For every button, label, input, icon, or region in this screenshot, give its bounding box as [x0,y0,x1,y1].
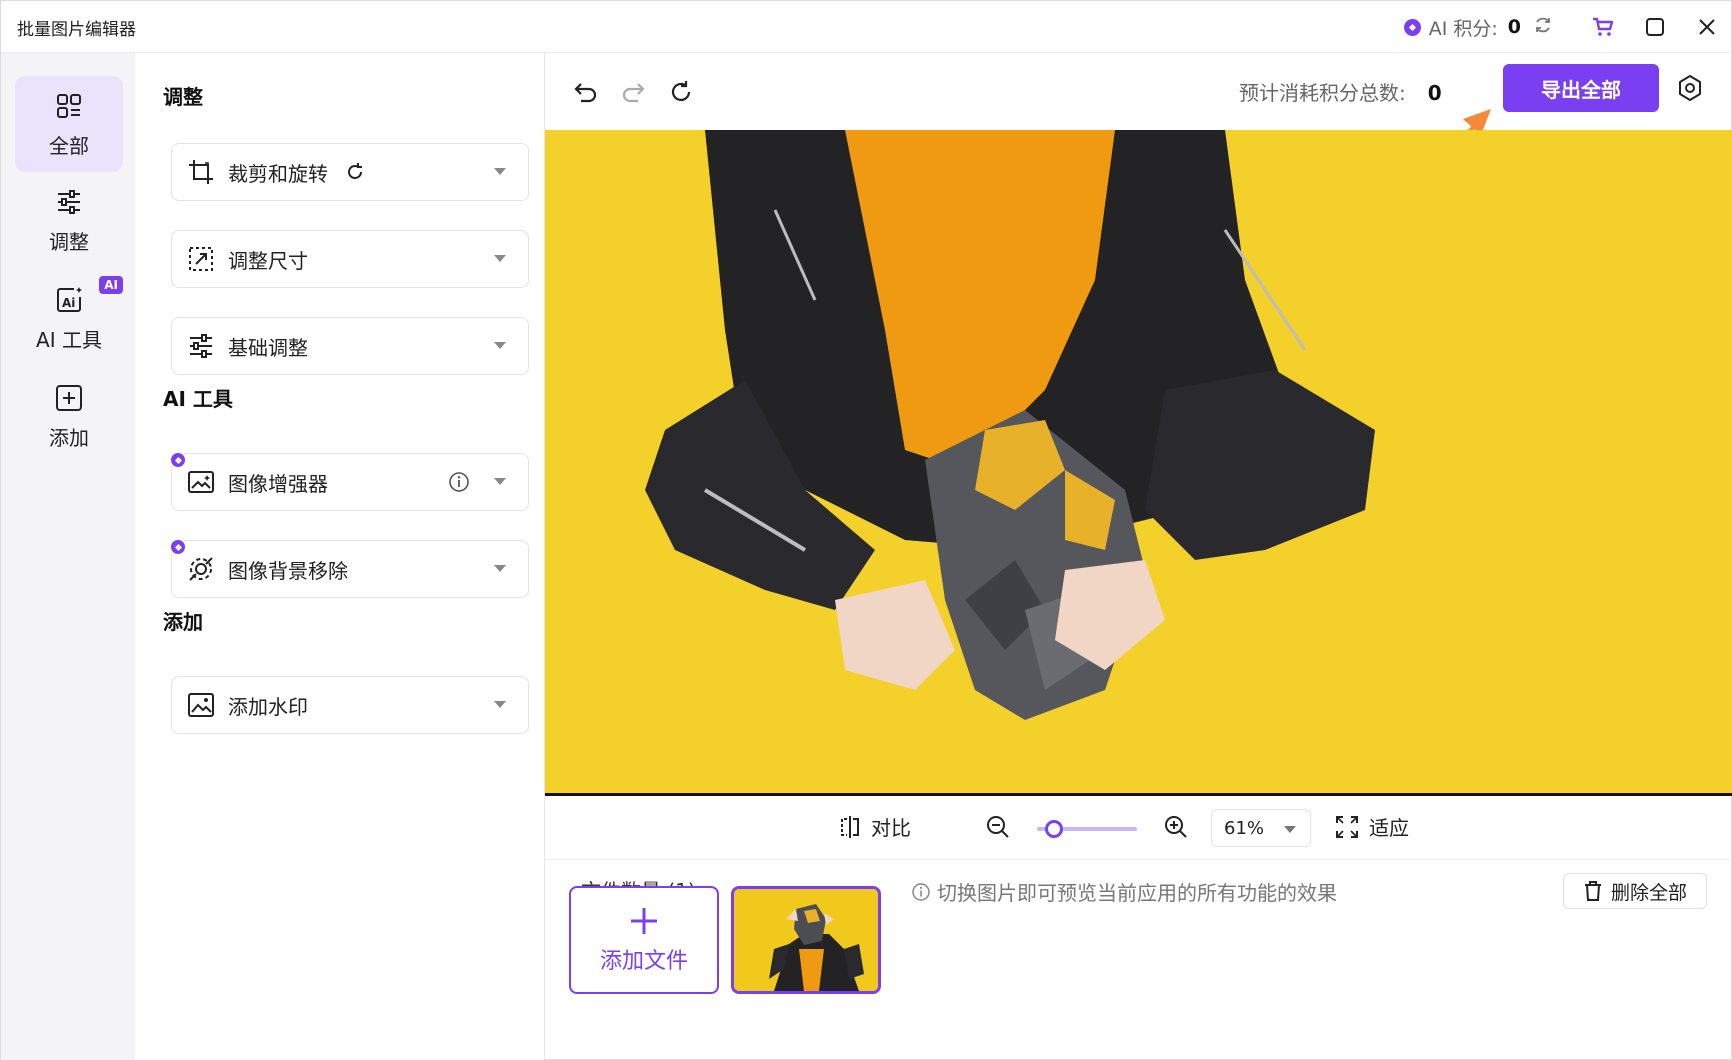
tool-label: 添加水印 [228,694,308,719]
premium-icon [169,451,187,469]
trash-icon [1583,880,1603,902]
tool-resize[interactable]: 调整尺寸 [171,230,529,288]
zoom-out-icon[interactable] [985,814,1011,840]
estimate-points: 预计消耗积分总数: 0 [1239,77,1442,106]
fit-icon [1335,815,1359,839]
zoom-level-value: 61% [1224,817,1265,839]
image-enhance-icon [186,467,216,497]
ai-badge: AI [99,276,123,294]
hint-text: 切换图片即可预览当前应用的所有功能的效果 [937,881,1337,905]
rail-item-label: 调整 [49,229,89,254]
rail-item-label: 添加 [49,425,89,450]
tool-bg-remove[interactable]: 图像背景移除 [169,538,529,598]
left-rail: 全部 调整 AI Ai AI 工具 添加 [1,53,135,1060]
plus-icon [628,905,660,937]
fit-button[interactable]: 适应 [1335,812,1409,841]
file-strip: 文件数量 (1) 切换图片即可预览当前应用的所有功能的效果 删除全部 添加文件 [545,861,1732,1060]
svg-text:Ai: Ai [62,296,75,310]
image-canvas[interactable] [545,130,1732,796]
chevron-down-icon[interactable] [494,565,506,572]
preview-image [545,130,1732,793]
tools-panel: 调整 裁剪和旋转 调整尺寸 基础调整 AI 工具 图像增强器 图像背景移除 添加… [135,53,545,1060]
info-icon[interactable] [448,471,470,498]
tool-watermark[interactable]: 添加水印 [171,676,529,734]
ai-points-icon [1403,18,1421,36]
refresh-icon[interactable] [1533,15,1553,40]
premium-icon [169,538,187,556]
grid-icon [55,90,83,122]
maximize-icon[interactable] [1629,1,1681,53]
estimate-value: 0 [1427,81,1442,105]
chevron-down-icon[interactable] [494,168,506,175]
undo-icon[interactable] [569,75,603,109]
app-window: 批量图片编辑器 AI 积分: 0 全部 调整 AI Ai AI 工具 添加 调整… [0,0,1732,1060]
thumbnail-image [734,889,878,991]
info-icon [911,882,931,902]
add-file-button[interactable]: 添加文件 [569,886,719,994]
chevron-down-icon[interactable] [494,255,506,262]
tool-label: 裁剪和旋转 [228,161,328,186]
title-bar-controls: AI 积分: 0 [1403,1,1732,53]
zoom-slider-handle[interactable] [1045,820,1064,838]
zoom-level-select[interactable]: 61% [1211,809,1311,847]
rail-item-add[interactable]: 添加 [15,368,123,464]
rail-item-ai-tools[interactable]: AI Ai AI 工具 [15,270,123,366]
add-file-label: 添加文件 [599,949,688,974]
app-title: 批量图片编辑器 [17,20,136,40]
tool-image-enhancer[interactable]: 图像增强器 [169,451,529,511]
redo-icon[interactable] [616,75,650,109]
chevron-down-icon [1284,826,1296,833]
delete-all-label: 删除全部 [1610,881,1687,904]
compare-label: 对比 [871,816,911,840]
rail-item-all[interactable]: 全部 [15,76,123,172]
section-title-ai-tools: AI 工具 [163,387,233,411]
fit-label: 适应 [1369,816,1409,840]
watermark-icon [186,690,216,720]
bg-remove-icon [186,554,216,584]
compare-button[interactable]: 对比 [839,812,911,841]
zoom-bar: 对比 61% 适应 [545,796,1732,860]
export-all-button[interactable]: 导出全部 [1503,64,1659,112]
tool-basic-adjust[interactable]: 基础调整 [171,317,529,375]
ai-points: AI 积分: 0 [1403,14,1553,41]
delete-all-button[interactable]: 删除全部 [1563,873,1707,909]
resize-icon [186,244,216,274]
tool-label: 图像背景移除 [228,558,348,583]
compare-icon [839,815,861,839]
section-title-adjust: 调整 [163,85,203,109]
rotate-icon[interactable] [344,161,366,183]
rail-item-label: AI 工具 [36,327,102,352]
estimate-label: 预计消耗积分总数: [1239,81,1406,105]
tool-crop-rotate[interactable]: 裁剪和旋转 [171,143,529,201]
section-title-add: 添加 [163,610,203,634]
plus-square-icon [55,382,83,414]
sliders-icon [55,186,83,218]
ai-tool-icon: Ai [54,284,84,316]
file-thumbnail[interactable] [731,886,881,994]
main-area: 预计消耗积分总数: 0 导出全部 对比 61% 适应 切换图片即可预览当前应用的… [545,53,1732,1060]
editor-toolbar: 预计消耗积分总数: 0 导出全部 [545,53,1732,129]
reset-icon[interactable] [664,75,698,109]
chevron-down-icon[interactable] [494,342,506,349]
title-bar: 批量图片编辑器 AI 积分: 0 [1,1,1732,53]
zoom-slider[interactable] [1037,820,1137,838]
ai-points-value: 0 [1507,16,1521,38]
ai-points-label: AI 积分: [1428,17,1498,40]
tool-label: 调整尺寸 [228,248,308,273]
preview-hint: 切换图片即可预览当前应用的所有功能的效果 [911,877,1337,906]
chevron-down-icon[interactable] [494,701,506,708]
zoom-in-icon[interactable] [1163,814,1189,840]
settings-icon[interactable] [1673,71,1707,105]
tool-label: 图像增强器 [228,471,328,496]
chevron-down-icon[interactable] [494,478,506,485]
rail-item-adjust[interactable]: 调整 [15,172,123,268]
crop-rotate-icon [186,157,216,187]
sliders-icon [186,331,216,361]
tool-label: 基础调整 [228,335,308,360]
cart-icon[interactable] [1577,1,1629,53]
close-icon[interactable] [1681,1,1732,53]
rail-item-label: 全部 [49,133,89,158]
